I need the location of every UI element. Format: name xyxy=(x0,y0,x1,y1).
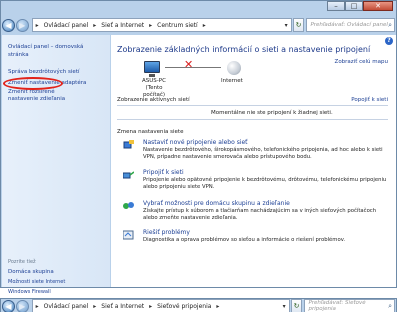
full-map-link[interactable]: Zobraziť celú mapu xyxy=(335,59,388,65)
refresh-icon[interactable]: ↻ xyxy=(290,299,303,312)
screenshot-stage: – □ ✕ ◀ ▶ ▸ Ovládací panel ▸ Sieť a Inte… xyxy=(0,0,397,312)
active-networks-heading: Zobrazenie aktívnych sietí xyxy=(117,97,190,103)
breadcrumb-separator[interactable]: ▸ xyxy=(93,22,96,29)
left-task-pane: Ovládací panel – domovská stránka Správa… xyxy=(2,35,110,295)
highlight-oval xyxy=(3,77,63,90)
task-description: Diagnostika a oprava problémov so sieťou… xyxy=(143,237,346,243)
network-center-window: – □ ✕ ◀ ▶ ▸ Ovládací panel ▸ Sieť a Inte… xyxy=(0,0,397,295)
new-connection-icon xyxy=(123,140,134,149)
forward-arrow-icon[interactable]: ▶ xyxy=(15,18,29,32)
windows-firewall-link[interactable]: Windows Firewall xyxy=(8,289,51,295)
no-connection-text: Momentálne nie ste pripojení k žiadnej s… xyxy=(211,110,333,116)
manage-wireless-link[interactable]: Správa bezdrôtových sietí xyxy=(8,69,80,75)
homegroup-icon xyxy=(123,202,134,209)
refresh-icon[interactable]: ↻ xyxy=(292,18,305,32)
address-dropdown-icon[interactable]: ▾ xyxy=(282,22,291,29)
search-input[interactable]: Prehľadávať: Sieťové pripojenia ⌕ xyxy=(304,299,395,312)
window-caption-buttons: – □ ✕ xyxy=(327,1,393,11)
task-description: Nastavenie bezdrôtového, širokopásmového… xyxy=(143,147,383,161)
task-connect-network: Pripojiť k sieti Pripojenie alebo opätov… xyxy=(123,169,388,193)
help-icon[interactable]: ? xyxy=(385,37,393,45)
connect-network-icon xyxy=(123,171,134,179)
breadcrumb-separator[interactable]: ▸ xyxy=(216,303,219,310)
control-panel-home-link[interactable]: Ovládací panel – domovská stránka xyxy=(8,43,88,59)
advanced-sharing-link[interactable]: Zmeniť rozšírené nastavenie zdieľania xyxy=(8,89,84,103)
new-connection-link[interactable]: Nastaviť nové pripojenie alebo sieť xyxy=(143,139,248,146)
address-bar[interactable]: ▸ Ovládací panel ▸ Sieť a Internet ▸ Cen… xyxy=(31,18,292,32)
forward-arrow-icon[interactable]: ▶ xyxy=(15,299,29,312)
divider xyxy=(117,105,388,106)
close-button[interactable]: ✕ xyxy=(363,1,393,11)
computer-label: ASUS-PC (Tento počítač) xyxy=(139,78,169,99)
troubleshoot-icon xyxy=(123,230,134,240)
navigation-bar: ◀ ▶ ▸ Ovládací panel ▸ Sieť a Internet ▸… xyxy=(2,299,395,312)
globe-icon xyxy=(227,61,241,75)
breadcrumb-separator[interactable]: ▸ xyxy=(149,303,152,310)
internet-label: Internet xyxy=(221,78,243,84)
minimize-button[interactable]: – xyxy=(327,1,345,11)
breadcrumb-separator[interactable]: ▸ xyxy=(149,22,152,29)
internet-options-link[interactable]: Možnosti siete Internet xyxy=(8,279,65,285)
breadcrumb-separator[interactable]: ▸ xyxy=(203,22,206,29)
main-content: ? Zobrazenie základných informácií o sie… xyxy=(111,35,396,287)
address-bar[interactable]: ▸ Ovládací panel ▸ Sieť a Internet ▸ Sie… xyxy=(31,299,290,312)
address-dropdown-icon[interactable]: ▾ xyxy=(280,303,289,310)
search-placeholder: Prehľadávať: Ovládací panel xyxy=(310,22,388,28)
task-new-connection: Nastaviť nové pripojenie alebo sieť Nast… xyxy=(123,139,388,163)
maximize-button[interactable]: □ xyxy=(345,1,363,11)
computer-icon xyxy=(144,61,160,77)
connect-network-link[interactable]: Popojiť k sieti xyxy=(351,97,388,103)
network-settings-heading: Zmena nastavenia siete xyxy=(117,129,184,135)
network-connections-window: ◀ ▶ ▸ Ovládací panel ▸ Sieť a Internet ▸… xyxy=(0,298,397,312)
computer-name: ASUS-PC xyxy=(142,78,166,84)
search-icon[interactable]: ⌕ xyxy=(388,21,394,30)
see-also-heading: Pozrite tiež xyxy=(8,259,36,265)
back-arrow-icon[interactable]: ◀ xyxy=(2,299,15,312)
disconnected-x-icon: ✕ xyxy=(184,58,194,71)
breadcrumb-item[interactable]: Sieť a Internet xyxy=(101,303,144,310)
task-homegroup: Vybrať možnosti pre domácu skupinu a zdi… xyxy=(123,200,388,224)
network-map: ✕ ASUS-PC (Tento počítač) Internet xyxy=(139,58,289,98)
task-troubleshoot: Riešiť problémy Diagnostika a oprava pro… xyxy=(123,229,388,249)
breadcrumb-item[interactable]: Sieť a Internet xyxy=(101,22,144,29)
page-title: Zobrazenie základných informácií o sieti… xyxy=(117,45,371,54)
task-description: Získajte prístup k súborom a tlačiarňam … xyxy=(143,208,377,222)
search-input[interactable]: Prehľadávať: Ovládací panel ⌕ xyxy=(306,18,395,32)
breadcrumb-item[interactable]: Ovládací panel xyxy=(44,22,89,29)
homegroup-link[interactable]: Domáca skupina xyxy=(8,269,54,275)
connect-network-task-link[interactable]: Pripojiť k sieti xyxy=(143,169,184,176)
troubleshoot-link[interactable]: Riešiť problémy xyxy=(143,229,190,236)
control-panel-icon: ▸ xyxy=(35,21,39,29)
breadcrumb-item[interactable]: Sieťové pripojenia xyxy=(157,303,211,310)
control-panel-icon: ▸ xyxy=(35,302,39,310)
navigation-bar: ◀ ▶ ▸ Ovládací panel ▸ Sieť a Internet ▸… xyxy=(2,16,395,34)
search-placeholder: Prehľadávať: Sieťové pripojenia xyxy=(308,300,366,312)
breadcrumb-item[interactable]: Centrum sietí xyxy=(157,22,198,29)
task-description: Pripojenie alebo opätovné pripojenie k b… xyxy=(143,177,387,191)
homegroup-sharing-link[interactable]: Vybrať možnosti pre domácu skupinu a zdi… xyxy=(143,200,290,207)
breadcrumb-separator[interactable]: ▸ xyxy=(93,303,96,310)
divider xyxy=(117,119,388,120)
breadcrumb-item[interactable]: Ovládací panel xyxy=(44,303,89,310)
search-icon[interactable]: ⌕ xyxy=(388,302,394,311)
back-arrow-icon[interactable]: ◀ xyxy=(2,18,15,32)
